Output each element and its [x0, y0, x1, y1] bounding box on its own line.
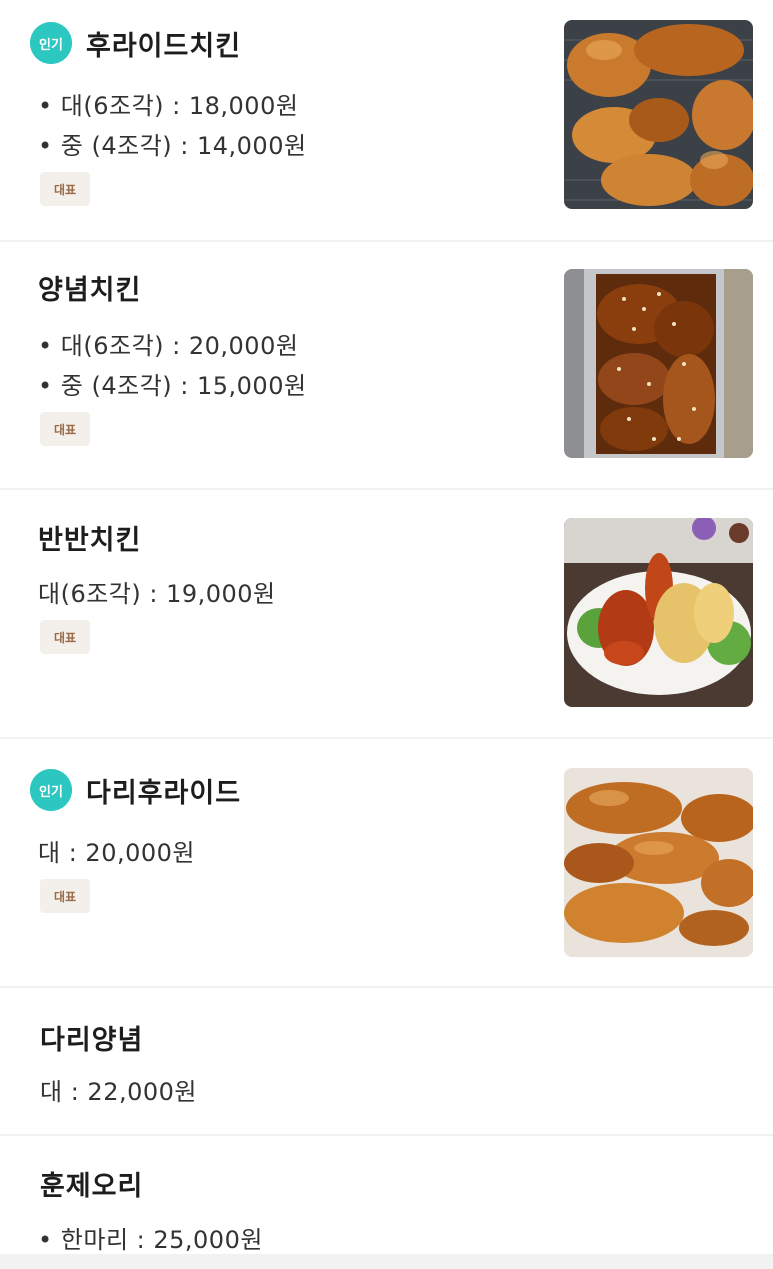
menu-item-smoked-duck[interactable]: 훈제오리 • 한마리 : 25,000원 — [0, 1136, 773, 1254]
menu-item-drumstick-yangnyeom[interactable]: 다리양념 대 : 22,000원 — [0, 988, 773, 1136]
fried-chicken-photo[interactable] — [564, 20, 753, 209]
half-half-chicken-photo[interactable] — [564, 518, 753, 707]
representative-badge: 대표 — [40, 412, 90, 446]
representative-badge: 대표 — [40, 879, 90, 913]
price-line: • 한마리 : 25,000원 — [38, 1226, 263, 1254]
menu-item-header: 반반치킨 — [38, 518, 141, 557]
menu-item-header: 다리양념 — [40, 1018, 143, 1057]
menu-item-header: 훈제오리 — [40, 1164, 143, 1203]
menu-item-yangnyeom-chicken[interactable]: 양념치킨 • 대(6조각) : 20,000원 • 중 (4조각) : 15,0… — [0, 242, 773, 490]
price-line: • 대(6조각) : 20,000원 — [38, 332, 299, 360]
drumstick-fried-photo[interactable] — [564, 768, 753, 957]
menu-item-fried-chicken[interactable]: 인기 후라이드치킨 • 대(6조각) : 18,000원 • 중 (4조각) :… — [0, 0, 773, 242]
menu-item-name: 다리후라이드 — [86, 777, 242, 809]
price-line: • 중 (4조각) : 14,000원 — [38, 132, 307, 160]
menu-item-name: 다리양념 — [40, 1025, 144, 1056]
menu-item-drumstick-fried[interactable]: 인기 다리후라이드 대 : 20,000원 대표 — [0, 739, 773, 988]
menu-item-name: 후라이드치킨 — [86, 30, 242, 62]
price-line: • 중 (4조각) : 15,000원 — [38, 372, 307, 400]
representative-badge: 대표 — [40, 172, 90, 206]
popular-badge: 인기 — [30, 22, 72, 64]
menu-item-name: 양념치킨 — [38, 275, 142, 306]
popular-badge: 인기 — [30, 769, 72, 811]
price-line: • 대(6조각) : 18,000원 — [38, 92, 299, 120]
menu-item-name: 훈제오리 — [40, 1171, 144, 1202]
price-line: 대 : 20,000원 — [38, 839, 195, 867]
menu-item-name: 반반치킨 — [38, 525, 142, 556]
bottom-divider — [0, 1254, 773, 1269]
price-line: 대(6조각) : 19,000원 — [38, 580, 276, 608]
representative-badge: 대표 — [40, 620, 90, 654]
menu-item-half-half-chicken[interactable]: 반반치킨 대(6조각) : 19,000원 대표 — [0, 490, 773, 739]
price-line: 대 : 22,000원 — [40, 1078, 197, 1106]
yangnyeom-chicken-photo[interactable] — [564, 269, 753, 458]
menu-item-header: 인기 후라이드치킨 — [30, 22, 241, 64]
menu-item-header: 인기 다리후라이드 — [30, 769, 241, 811]
menu-item-header: 양념치킨 — [38, 268, 141, 307]
